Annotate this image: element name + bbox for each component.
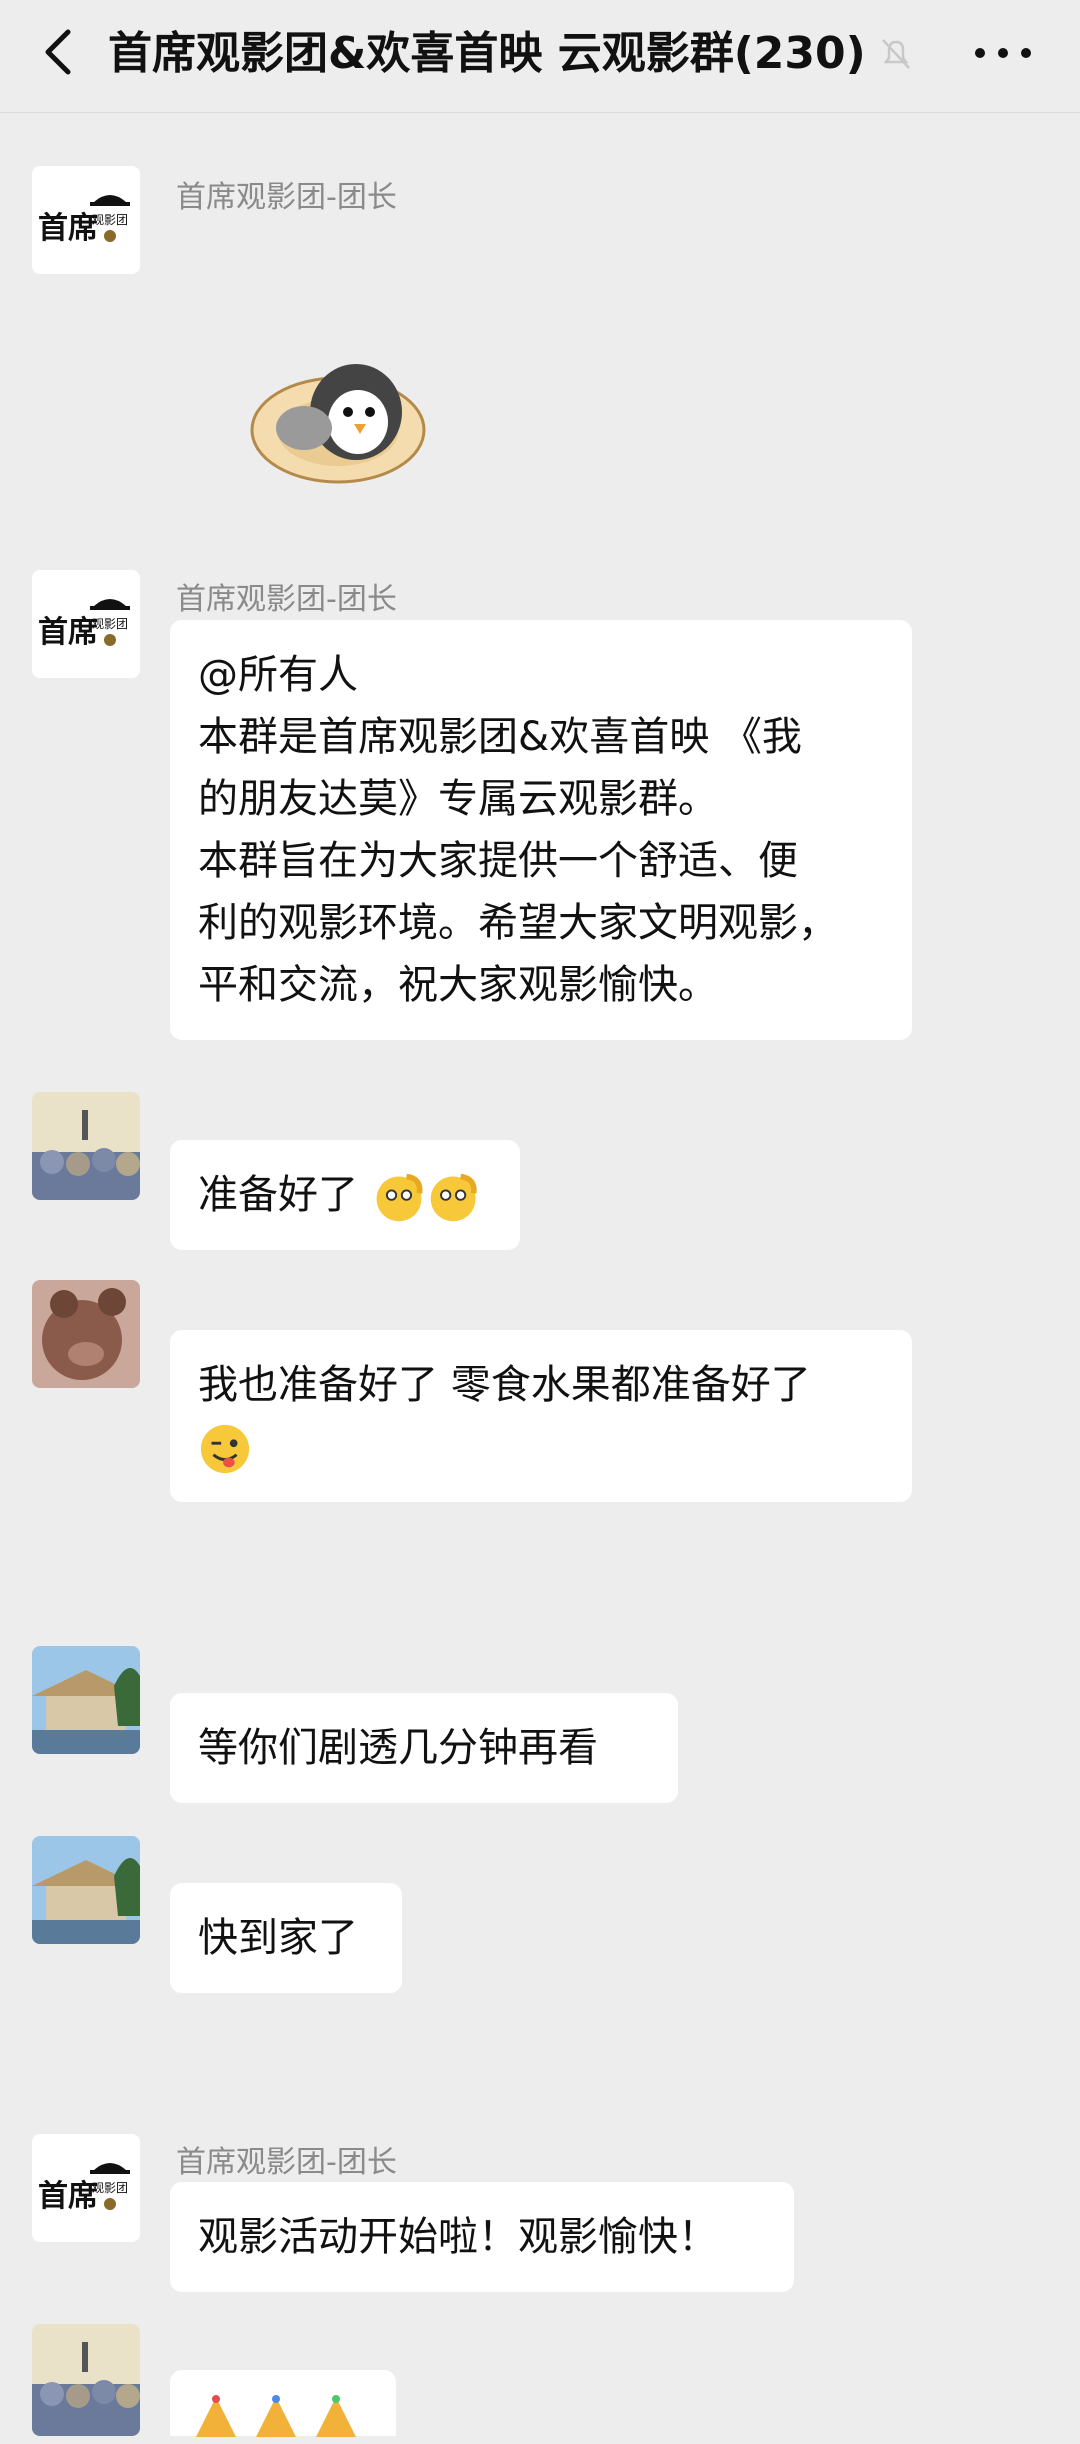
sender-name: 首席观影团-团长 (176, 180, 397, 215)
svg-text:观影团: 观影团 (92, 617, 128, 631)
message-text: 我也准备好了 零食水果都准备好了 (198, 1362, 811, 1408)
avatar-photo[interactable] (32, 1836, 140, 1944)
salute-emoji (376, 1173, 477, 1222)
message-line: 的朋友达莫》专属云观影群。 (198, 776, 718, 822)
message-bubble[interactable] (170, 2370, 396, 2437)
message-text: 等你们剧透几分钟再看 (198, 1725, 598, 1771)
avatar-photo[interactable] (32, 2324, 140, 2436)
avatar-logo[interactable]: 首席 观影团 (32, 570, 140, 678)
wink-tongue-emoji (200, 1424, 250, 1474)
message-text: 观影活动开始啦！观影愉快！ (198, 2214, 718, 2260)
avatar-logo[interactable]: 首席 观影团 (32, 166, 140, 274)
svg-text:首席: 首席 (38, 2179, 98, 2214)
chat-title: 首席观影团&欢喜首映 云观影群(230) (108, 28, 866, 79)
message-bubble[interactable]: 观影活动开始啦！观影愉快！ (170, 2182, 794, 2292)
party-emoji (196, 2395, 356, 2437)
sender-name: 首席观影团-团长 (176, 2145, 397, 2180)
message-text: 快到家了 (198, 1915, 358, 1961)
avatar-photo[interactable] (32, 1092, 140, 1200)
more-dots-icon[interactable] (968, 28, 1038, 78)
message-line: 利的观影环境。希望大家文明观影， (198, 900, 838, 946)
bell-off-icon (882, 39, 910, 69)
svg-text:首席: 首席 (38, 615, 98, 650)
svg-text:观影团: 观影团 (92, 2181, 128, 2195)
message-bubble[interactable]: 准备好了 (170, 1140, 520, 1250)
avatar-photo[interactable] (32, 1646, 140, 1754)
message-bubble[interactable]: 我也准备好了 零食水果都准备好了 (170, 1330, 912, 1502)
sender-name: 首席观影团-团长 (176, 582, 397, 617)
message-line: 本群旨在为大家提供一个舒适、便 (198, 838, 798, 884)
penguin-in-nest-sticker[interactable] (246, 350, 428, 490)
avatar-logo[interactable]: 首席 观影团 (32, 2134, 140, 2242)
message-line: @所有人 (198, 652, 358, 698)
svg-text:首席: 首席 (38, 211, 98, 246)
message-text: 准备好了 (198, 1172, 358, 1218)
avatar-photo[interactable] (32, 1280, 140, 1388)
message-bubble[interactable]: @所有人 本群是首席观影团&欢喜首映 《我 的朋友达莫》专属云观影群。 本群旨在… (170, 620, 912, 1040)
message-bubble[interactable]: 快到家了 (170, 1883, 402, 1993)
svg-text:观影团: 观影团 (92, 213, 128, 227)
message-line: 本群是首席观影团&欢喜首映 《我 (198, 714, 802, 760)
chat-header: 首席观影团&欢喜首映 云观影群(230) (0, 0, 1080, 113)
message-line: 平和交流，祝大家观影愉快。 (198, 962, 718, 1008)
chevron-left-icon[interactable] (30, 22, 90, 82)
message-bubble[interactable]: 等你们剧透几分钟再看 (170, 1693, 678, 1803)
